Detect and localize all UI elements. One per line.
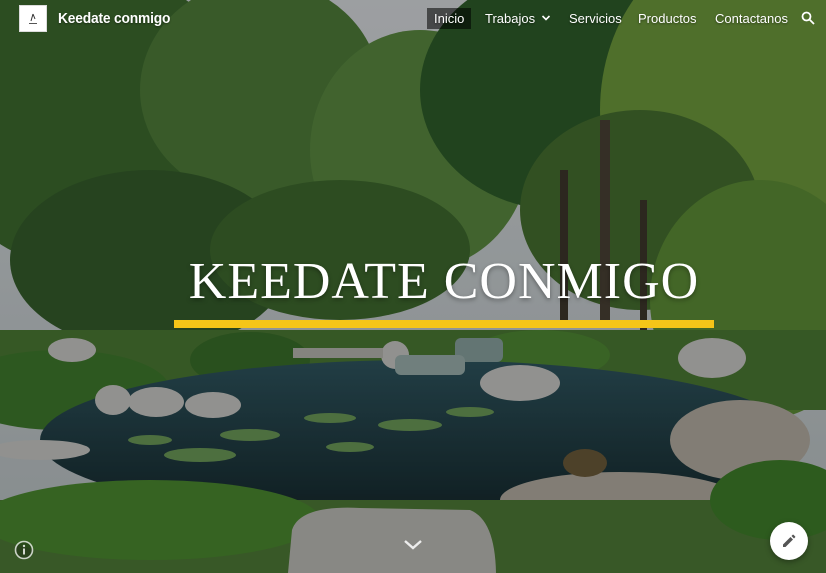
hero-accent-rule <box>174 320 714 328</box>
nav-item-trabajos[interactable]: Trabajos <box>485 8 535 29</box>
nav-item-inicio[interactable]: Inicio <box>427 8 472 29</box>
main-nav: Inicio Trabajos Servicios Productos Cont… <box>0 8 826 30</box>
chevron-down-icon[interactable] <box>402 538 424 552</box>
search-icon[interactable] <box>801 11 815 25</box>
hero-title: KEEDATE CONMIGO <box>188 253 700 310</box>
nav-item-contactanos[interactable]: Contactanos <box>715 8 788 29</box>
nav-item-productos[interactable]: Productos <box>638 8 697 29</box>
edit-button[interactable] <box>770 522 808 560</box>
info-icon[interactable] <box>14 540 34 560</box>
pencil-icon <box>783 534 796 547</box>
chevron-down-icon[interactable] <box>541 14 551 22</box>
nav-item-servicios[interactable]: Servicios <box>569 8 622 29</box>
site-header: Keedate conmigo Inicio Trabajos Servicio… <box>0 0 826 38</box>
